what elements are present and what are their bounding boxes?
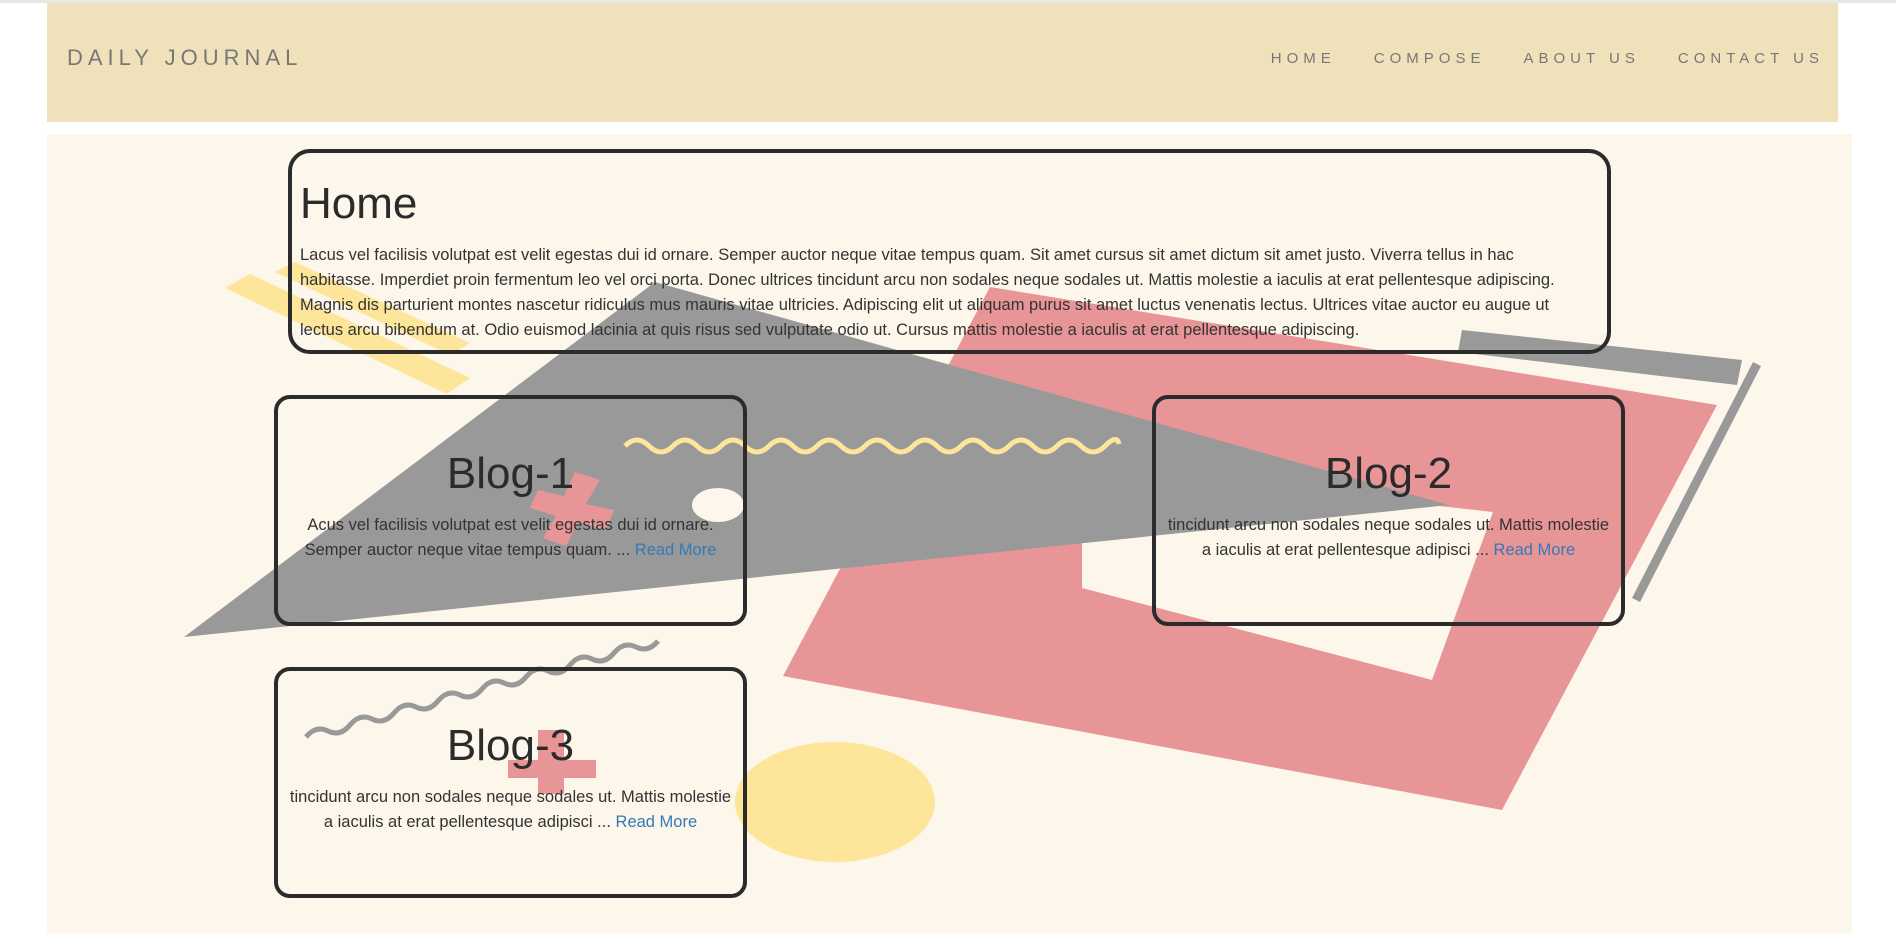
read-more-link[interactable]: Read More: [1494, 541, 1576, 559]
blog-excerpt: tincidunt arcu non sodales neque sodales…: [1164, 513, 1613, 563]
blog-card: Blog-3 tincidunt arcu non sodales neque …: [274, 667, 747, 898]
home-intro-text: Lacus vel facilisis volutpat est velit e…: [300, 246, 1555, 339]
blog-excerpt: Acus vel facilisis volutpat est velit eg…: [286, 513, 735, 563]
read-more-link[interactable]: Read More: [635, 541, 717, 559]
blog-card: Blog-2 tincidunt arcu non sodales neque …: [1152, 395, 1625, 626]
blog-title: Blog-2: [1324, 449, 1453, 498]
blog-title: Blog-3: [446, 721, 575, 770]
yellow-circle-shape: [735, 742, 935, 862]
blog-title: Blog-1: [446, 449, 575, 498]
blog-excerpt: tincidunt arcu non sodales neque sodales…: [286, 785, 735, 835]
read-more-link[interactable]: Read More: [616, 813, 698, 831]
page-title: Home: [300, 179, 418, 228]
blog-card: Blog-1 Acus vel facilisis volutpat est v…: [274, 395, 747, 626]
home-card: Home Lacus vel facilisis volutpat est ve…: [288, 149, 1611, 354]
